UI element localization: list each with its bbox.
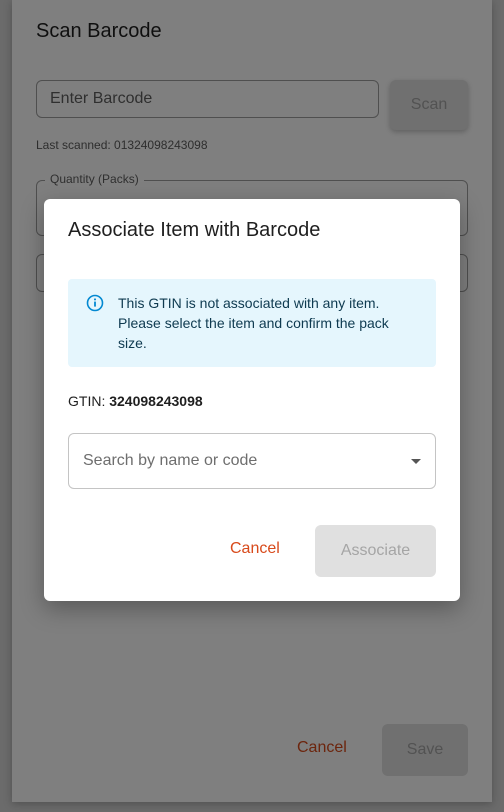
chevron-down-icon[interactable] bbox=[411, 459, 421, 464]
search-placeholder: Search by name or code bbox=[83, 452, 258, 469]
associate-button[interactable]: Associate bbox=[315, 525, 436, 577]
alert-message: This GTIN is not associated with any ite… bbox=[118, 295, 389, 351]
gtin-line: GTIN: 324098243098 bbox=[68, 393, 203, 409]
dialog-title: Associate Item with Barcode bbox=[68, 219, 321, 241]
page: Scan Barcode Enter Barcode Scan Last sca… bbox=[0, 0, 504, 812]
gtin-value: 324098243098 bbox=[109, 393, 203, 409]
dialog-cancel-button[interactable]: Cancel bbox=[230, 540, 280, 558]
item-search-select[interactable]: Search by name or code bbox=[68, 433, 436, 489]
info-icon bbox=[86, 294, 104, 312]
info-alert: This GTIN is not associated with any ite… bbox=[68, 279, 436, 367]
gtin-prefix: GTIN: bbox=[68, 393, 106, 409]
associate-dialog: Associate Item with Barcode This GTIN is… bbox=[44, 199, 460, 601]
